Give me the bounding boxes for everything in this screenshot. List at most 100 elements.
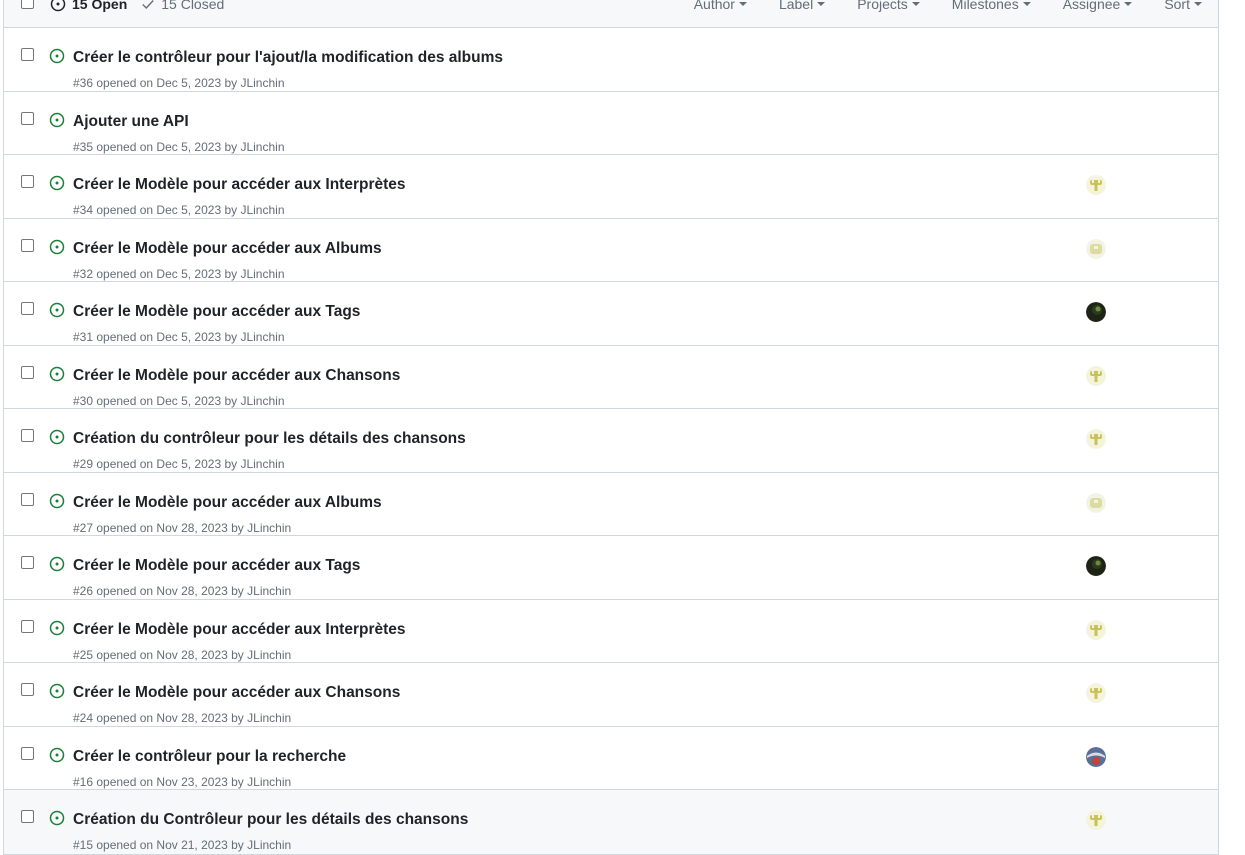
issue-select-checkbox[interactable] xyxy=(21,619,34,633)
issue-title-link[interactable]: Créer le contrôleur pour la recherche xyxy=(73,748,346,766)
issue-open-icon xyxy=(49,556,65,577)
issue-title-link[interactable]: Créer le Modèle pour accéder aux Interpr… xyxy=(73,621,406,639)
issue-row[interactable]: Créer le contrôleur pour l'ajout/la modi… xyxy=(4,28,1218,92)
issue-select-checkbox[interactable] xyxy=(21,365,34,379)
issue-select-checkbox[interactable] xyxy=(21,746,34,760)
issue-row[interactable]: Créer le Modèle pour accéder aux Albums #… xyxy=(4,472,1218,536)
issue-select-checkbox[interactable] xyxy=(21,238,34,252)
closed-issues-tab[interactable]: 15 Closed xyxy=(141,0,224,12)
issue-open-icon xyxy=(49,302,65,323)
open-issues-tab[interactable]: 15 Open xyxy=(50,0,127,12)
issue-select-checkbox[interactable] xyxy=(21,48,34,61)
caret-down-icon xyxy=(817,2,826,6)
issue-title-link[interactable]: Créer le Modèle pour accéder aux Albums xyxy=(73,240,382,258)
issue-row[interactable]: Créer le Modèle pour accéder aux Tags #31… xyxy=(4,282,1218,346)
issue-row[interactable]: Créer le Modèle pour accéder aux Chanson… xyxy=(4,663,1218,727)
avatar-image xyxy=(1086,683,1106,703)
avatar-image xyxy=(1086,810,1106,830)
projects-filter[interactable]: Projects xyxy=(857,0,920,12)
issue-meta: #31 opened on Dec 5, 2023 by JLinchin xyxy=(73,330,285,344)
issue-open-icon xyxy=(49,175,65,196)
assignee-avatar[interactable] xyxy=(1086,365,1106,386)
issue-meta: #30 opened on Dec 5, 2023 by JLinchin xyxy=(73,393,285,408)
issue-meta: #27 opened on Nov 28, 2023 by JLinchin xyxy=(73,520,292,535)
assignee-avatar[interactable] xyxy=(1086,175,1106,195)
issue-open-icon xyxy=(49,239,65,260)
issue-title-link[interactable]: Ajouter une API xyxy=(73,113,189,131)
issue-row[interactable]: Créer le Modèle pour accéder aux Chanson… xyxy=(4,345,1218,409)
issue-title-link[interactable]: Création du contrôleur pour les détails … xyxy=(73,430,466,448)
issue-meta: #26 opened on Nov 28, 2023 by JLinchin xyxy=(73,584,292,598)
issue-row[interactable]: Créer le contrôleur pour la recherche #16… xyxy=(4,726,1218,790)
open-issues-label: 15 Open xyxy=(72,0,128,12)
issue-meta: #32 opened on Dec 5, 2023 by JLinchin xyxy=(73,266,285,281)
issue-row[interactable]: Ajouter une API #35 opened on Dec 5, 2023… xyxy=(4,91,1218,155)
issue-row[interactable]: Création du contrôleur pour les détails … xyxy=(4,409,1218,473)
label-filter-label: Label xyxy=(778,0,814,12)
issue-row[interactable]: Créer le Modèle pour accéder aux Albums #… xyxy=(4,218,1218,282)
issue-row[interactable]: Création du Contrôleur pour les détails … xyxy=(4,790,1218,854)
issue-select-checkbox[interactable] xyxy=(21,302,34,315)
check-icon xyxy=(142,0,155,9)
avatar-image xyxy=(1086,619,1106,640)
issues-list-header: 15 Open 15 Closed Author Label Projects … xyxy=(4,0,1218,28)
sort-filter[interactable]: Sort xyxy=(1164,0,1202,12)
milestones-filter-label: Milestones xyxy=(951,0,1019,12)
issue-select-checkbox[interactable] xyxy=(21,111,34,125)
issue-select-checkbox[interactable] xyxy=(21,683,34,696)
issue-meta: #34 opened on Dec 5, 2023 by JLinchin xyxy=(73,203,285,217)
avatar-image xyxy=(1086,238,1106,259)
issue-title-link[interactable]: Création du Contrôleur pour les détails … xyxy=(73,811,468,829)
assignee-avatar[interactable] xyxy=(1086,810,1106,830)
issue-open-icon xyxy=(49,429,65,450)
issue-row[interactable]: Créer le Modèle pour accéder aux Tags #26… xyxy=(4,536,1218,600)
issue-meta: #25 opened on Nov 28, 2023 by JLinchin xyxy=(73,647,292,662)
assignee-avatar[interactable] xyxy=(1086,746,1106,767)
issue-title-link[interactable]: Créer le Modèle pour accéder aux Interpr… xyxy=(73,176,406,194)
issue-open-icon xyxy=(49,493,65,514)
issue-open-icon xyxy=(49,620,65,641)
caret-down-icon xyxy=(1194,2,1202,6)
issue-title-link[interactable]: Créer le contrôleur pour l'ajout/la modi… xyxy=(73,49,503,67)
issue-select-checkbox[interactable] xyxy=(21,429,34,442)
issue-title-link[interactable]: Créer le Modèle pour accéder aux Chanson… xyxy=(73,367,400,385)
label-filter[interactable]: Label xyxy=(778,0,826,12)
assignee-avatar[interactable] xyxy=(1086,556,1106,576)
author-filter-label: Author xyxy=(693,0,735,12)
issue-select-checkbox[interactable] xyxy=(21,175,34,188)
assignee-avatar[interactable] xyxy=(1086,619,1106,640)
assignee-filter[interactable]: Assignee xyxy=(1063,0,1133,12)
issue-title-link[interactable]: Créer le Modèle pour accéder aux Tags xyxy=(73,303,360,321)
author-filter[interactable]: Author xyxy=(694,0,747,12)
avatar-image xyxy=(1086,302,1106,322)
issue-select-checkbox[interactable] xyxy=(21,810,34,823)
issue-row[interactable]: Créer le Modèle pour accéder aux Interpr… xyxy=(4,599,1218,663)
issue-title-link[interactable]: Créer le Modèle pour accéder aux Albums xyxy=(73,494,382,512)
issue-open-icon xyxy=(50,0,66,12)
issue-select-checkbox[interactable] xyxy=(21,492,34,506)
issue-select-checkbox[interactable] xyxy=(21,556,34,569)
issue-state-toggle: 15 Open 15 Closed xyxy=(50,0,224,12)
assignee-avatar[interactable] xyxy=(1086,429,1106,449)
issue-row[interactable]: Créer le Modèle pour accéder aux Interpr… xyxy=(4,155,1218,219)
caret-down-icon xyxy=(911,2,920,6)
caret-down-icon xyxy=(1022,2,1031,6)
sort-filter-label: Sort xyxy=(1164,0,1190,12)
caret-down-icon xyxy=(738,2,747,6)
assignee-avatar[interactable] xyxy=(1086,302,1106,322)
issue-title-link[interactable]: Créer le Modèle pour accéder aux Chanson… xyxy=(73,684,400,702)
milestones-filter[interactable]: Milestones xyxy=(952,0,1031,12)
issue-open-icon xyxy=(49,112,65,133)
issues-list: 15 Open 15 Closed Author Label Projects … xyxy=(3,0,1219,855)
issue-open-icon xyxy=(49,683,65,704)
issue-open-icon xyxy=(49,366,65,387)
select-all-checkbox[interactable] xyxy=(21,0,34,9)
assignee-avatar[interactable] xyxy=(1086,238,1106,259)
issue-meta: #15 opened on Nov 21, 2023 by JLinchin xyxy=(73,838,292,852)
issue-rows: Créer le contrôleur pour l'ajout/la modi… xyxy=(4,28,1218,854)
avatar-image xyxy=(1086,429,1106,449)
assignee-avatar[interactable] xyxy=(1086,492,1106,513)
issue-title-link[interactable]: Créer le Modèle pour accéder aux Tags xyxy=(73,557,360,575)
assignee-avatar[interactable] xyxy=(1086,683,1106,703)
avatar-image xyxy=(1086,746,1106,767)
